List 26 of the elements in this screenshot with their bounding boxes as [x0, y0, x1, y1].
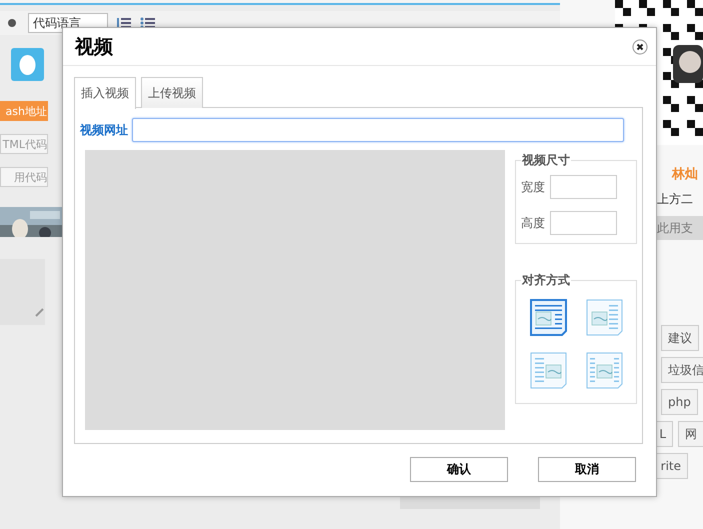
field-label: 宽度: [521, 178, 545, 196]
note-text: 此用支: [657, 216, 703, 240]
align-option-icon[interactable]: [530, 352, 567, 389]
dialog-button[interactable]: 确认: [410, 457, 508, 482]
tag[interactable]: php: [661, 389, 698, 415]
url-label: 视频网址: [80, 122, 128, 138]
group-legend: 对齐方式: [521, 272, 571, 289]
dialog-button[interactable]: 取消: [538, 457, 636, 482]
align-option-icon[interactable]: [530, 299, 567, 336]
pencil-icon[interactable]: [35, 307, 45, 317]
avatar: [673, 45, 703, 83]
profile-name: 林灿: [672, 166, 698, 183]
align-option-icon[interactable]: [586, 299, 623, 336]
group-legend: 视频尺寸: [521, 152, 571, 169]
field-label: 高度: [521, 214, 545, 232]
close-icon[interactable]: [632, 38, 648, 54]
caption-text: 上方二: [657, 191, 693, 208]
size-field[interactable]: [550, 175, 617, 199]
tab[interactable]: 插入视频: [74, 77, 136, 109]
size-field[interactable]: [550, 211, 617, 235]
align-option-icon[interactable]: [586, 352, 623, 389]
tag[interactable]: 网: [678, 421, 703, 447]
url-field[interactable]: [132, 118, 624, 142]
tag[interactable]: 建议: [661, 325, 699, 351]
tab[interactable]: 上传视频: [141, 77, 203, 108]
dialog-title: 视频: [75, 34, 113, 60]
